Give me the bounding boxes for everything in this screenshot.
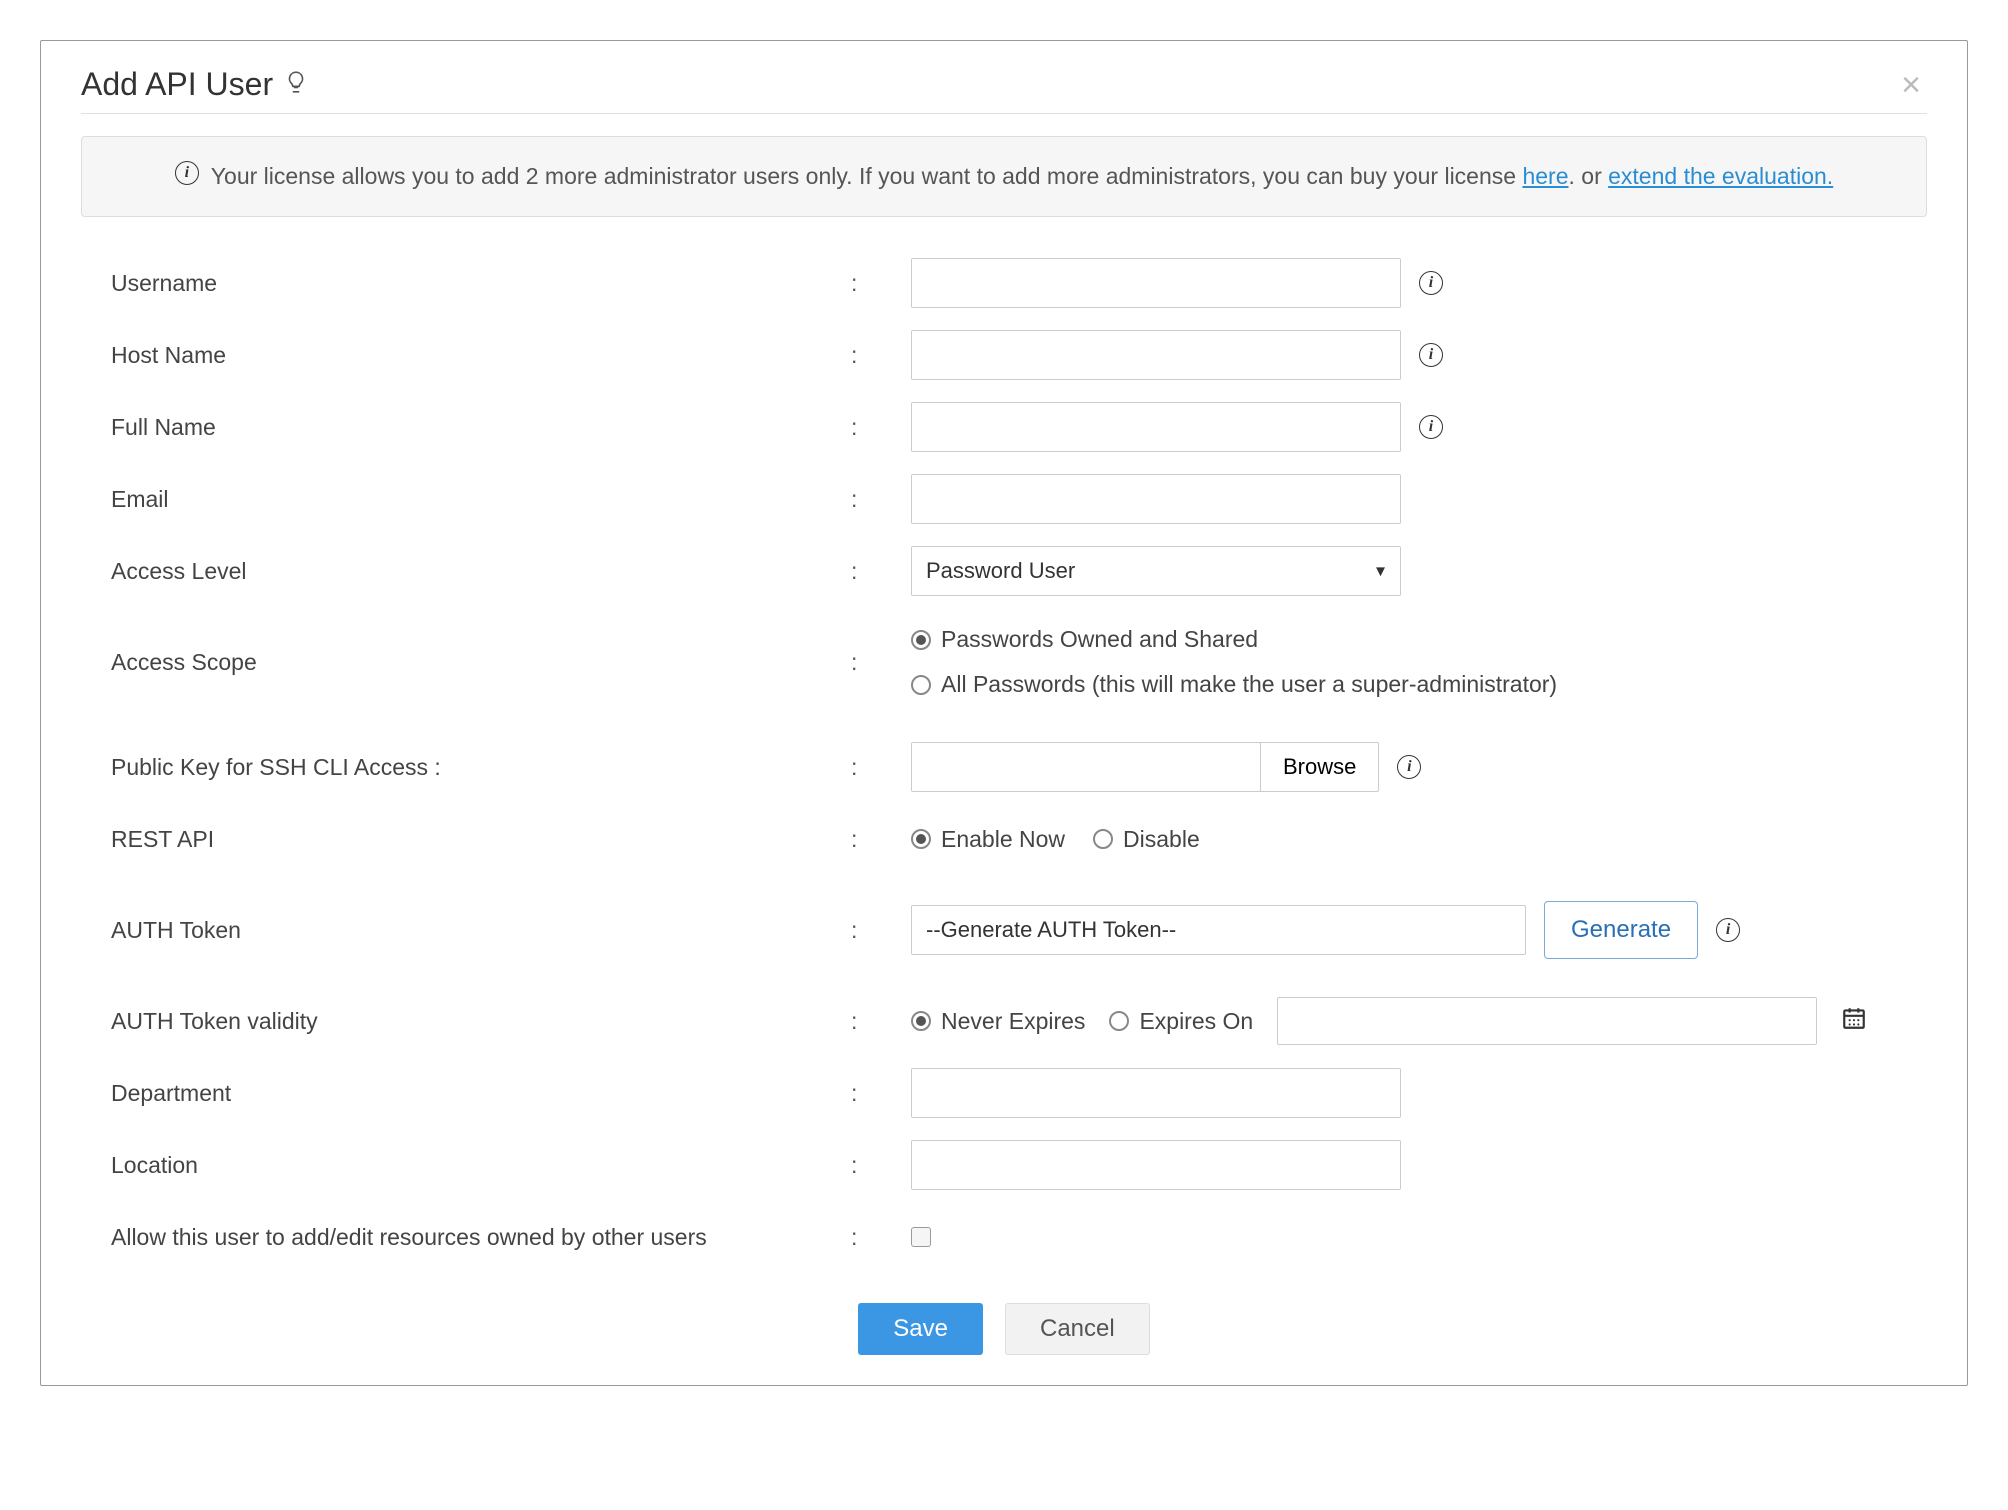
info-icon[interactable]: i [1419, 271, 1443, 295]
radio-icon [911, 630, 931, 650]
auth-token-label: AUTH Token [111, 917, 851, 944]
browse-button[interactable]: Browse [1260, 742, 1379, 792]
access-scope-label: Access Scope [111, 649, 851, 676]
hint-bulb-icon[interactable] [283, 69, 309, 101]
location-label: Location [111, 1152, 851, 1179]
notice-part2: . or [1569, 163, 1609, 189]
license-notice: i Your license allows you to add 2 more … [81, 136, 1927, 217]
notice-text: Your license allows you to add 2 more ad… [211, 157, 1833, 196]
radio-icon [911, 1011, 931, 1031]
access-scope-all-radio[interactable]: All Passwords (this will make the user a… [911, 671, 1557, 698]
ssh-key-label: Public Key for SSH CLI Access : [111, 754, 851, 781]
generate-button[interactable]: Generate [1544, 901, 1698, 959]
radio-icon [1109, 1011, 1129, 1031]
validity-never-radio[interactable]: Never Expires [911, 1008, 1085, 1035]
access-level-label: Access Level [111, 558, 851, 585]
form: Username : i Host Name : i Full Name : i [81, 247, 1927, 1273]
cancel-button[interactable]: Cancel [1005, 1303, 1150, 1355]
calendar-icon[interactable] [1841, 1005, 1867, 1037]
validity-never-label: Never Expires [941, 1008, 1085, 1035]
fullname-label: Full Name [111, 414, 851, 441]
validity-expires-label: Expires On [1139, 1008, 1253, 1035]
rest-api-enable-label: Enable Now [941, 826, 1065, 853]
auth-token-input[interactable] [911, 905, 1526, 955]
department-input[interactable] [911, 1068, 1401, 1118]
allow-edit-label: Allow this user to add/edit resources ow… [111, 1224, 851, 1251]
access-scope-owned-radio[interactable]: Passwords Owned and Shared [911, 626, 1557, 653]
department-label: Department [111, 1080, 851, 1107]
extend-evaluation-link[interactable]: extend the evaluation. [1608, 163, 1833, 189]
info-icon[interactable]: i [1397, 755, 1421, 779]
hostname-input[interactable] [911, 330, 1401, 380]
access-level-select[interactable]: Password User [911, 546, 1401, 596]
info-icon[interactable]: i [1716, 918, 1740, 942]
radio-icon [911, 675, 931, 695]
rest-api-disable-label: Disable [1123, 826, 1200, 853]
radio-icon [911, 829, 931, 849]
ssh-key-input[interactable] [911, 742, 1261, 792]
email-label: Email [111, 486, 851, 513]
access-scope-all-label: All Passwords (this will make the user a… [941, 671, 1557, 698]
notice-part1: Your license allows you to add 2 more ad… [211, 163, 1523, 189]
rest-api-enable-radio[interactable]: Enable Now [911, 826, 1065, 853]
access-level-value: Password User [926, 558, 1075, 584]
allow-edit-checkbox[interactable] [911, 1227, 931, 1247]
rest-api-label: REST API [111, 826, 851, 853]
access-scope-owned-label: Passwords Owned and Shared [941, 626, 1258, 653]
add-api-user-dialog: Add API User × i Your license allows you… [40, 40, 1968, 1386]
dialog-footer: Save Cancel [81, 1303, 1927, 1355]
info-icon[interactable]: i [1419, 415, 1443, 439]
dialog-title: Add API User [81, 66, 273, 103]
email-input[interactable] [911, 474, 1401, 524]
dialog-header: Add API User × [81, 66, 1927, 114]
username-input[interactable] [911, 258, 1401, 308]
hostname-label: Host Name [111, 342, 851, 369]
info-icon[interactable]: i [1419, 343, 1443, 367]
validity-expires-radio[interactable]: Expires On [1109, 1008, 1253, 1035]
close-icon[interactable]: × [1895, 68, 1927, 102]
expiry-date-input[interactable] [1277, 997, 1817, 1045]
username-label: Username [111, 270, 851, 297]
location-input[interactable] [911, 1140, 1401, 1190]
save-button[interactable]: Save [858, 1303, 983, 1355]
info-icon: i [175, 161, 199, 185]
rest-api-disable-radio[interactable]: Disable [1093, 826, 1200, 853]
buy-license-link[interactable]: here [1522, 163, 1568, 189]
radio-icon [1093, 829, 1113, 849]
auth-validity-label: AUTH Token validity [111, 1008, 851, 1035]
fullname-input[interactable] [911, 402, 1401, 452]
